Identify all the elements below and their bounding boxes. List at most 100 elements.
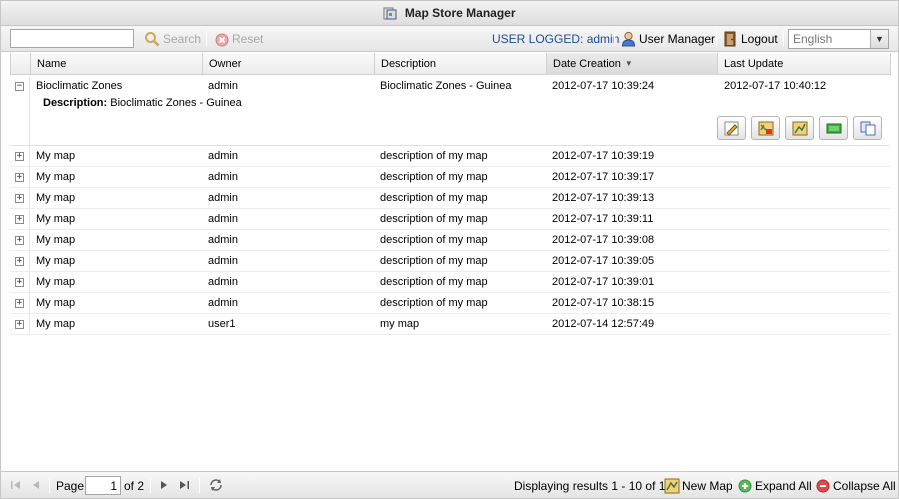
cell-name: Bioclimatic Zones <box>36 80 123 92</box>
toolbar-separator <box>614 31 615 46</box>
detail-value: Bioclimatic Zones - Guinea <box>110 97 242 109</box>
cell-description: description of my map <box>380 297 488 309</box>
language-select[interactable]: English ▼ <box>788 29 889 49</box>
cell-date-creation: 2012-07-17 10:39:19 <box>552 150 655 162</box>
new-map-icon <box>664 478 680 494</box>
expand-icon[interactable]: + <box>15 320 24 329</box>
cell-date-creation: 2012-07-17 10:38:15 <box>552 297 655 309</box>
toolbar-separator <box>716 31 717 46</box>
cell-name: My map <box>36 276 76 288</box>
row-expander[interactable]: + <box>10 230 30 250</box>
map-properties-button[interactable] <box>785 116 814 140</box>
row-expander[interactable]: + <box>10 209 30 229</box>
table-row[interactable]: + My map admin description of my map 201… <box>10 146 890 167</box>
row-expander[interactable]: + <box>10 251 30 271</box>
top-toolbar: Search Reset USER LOGGED: admin User Man… <box>1 26 898 52</box>
row-expander[interactable]: − <box>10 76 30 145</box>
user-manager-button[interactable]: User Manager <box>621 29 715 49</box>
last-page-icon[interactable] <box>177 478 191 492</box>
embed-map-button[interactable] <box>819 116 848 140</box>
collapse-all-button[interactable]: Collapse All <box>816 476 896 496</box>
row-actions <box>712 116 882 142</box>
column-header-name[interactable]: Name <box>31 53 203 75</box>
next-page-icon[interactable] <box>157 478 171 492</box>
column-header-date-creation[interactable]: Date Creation ▼ <box>547 53 718 75</box>
delete-map-button[interactable] <box>751 116 780 140</box>
expand-icon[interactable]: + <box>15 257 24 266</box>
embed-icon <box>826 123 841 134</box>
cell-name: My map <box>36 150 76 162</box>
table-row[interactable]: + My map admin description of my map 201… <box>10 293 890 314</box>
grid-body: − Bioclimatic Zones admin Bioclimatic Zo… <box>10 76 890 335</box>
expand-icon[interactable]: + <box>15 173 24 182</box>
cell-description: description of my map <box>380 234 488 246</box>
user-logged-label: USER LOGGED: admin <box>492 32 620 46</box>
toolbar-separator <box>783 31 784 46</box>
reset-button[interactable]: Reset <box>215 29 263 49</box>
cell-name: My map <box>36 171 76 183</box>
edit-map-button[interactable] <box>717 116 746 140</box>
cell-name: My map <box>36 297 76 309</box>
table-row[interactable]: + My map admin description of my map 201… <box>10 167 890 188</box>
grid-header: Name Owner Description Date Creation ▼ La… <box>10 53 891 75</box>
row-expander[interactable]: + <box>10 293 30 313</box>
first-page-icon[interactable] <box>9 478 23 492</box>
table-row[interactable]: + My map admin description of my map 201… <box>10 272 890 293</box>
cell-name: My map <box>36 255 76 267</box>
table-row[interactable]: + My map admin description of my map 201… <box>10 188 890 209</box>
row-expander[interactable]: + <box>10 314 30 334</box>
cell-description: description of my map <box>380 255 488 267</box>
map-delete-icon <box>758 121 773 136</box>
toolbar-separator <box>150 478 151 493</box>
logout-button[interactable]: Logout <box>724 29 778 49</box>
chevron-down-icon[interactable]: ▼ <box>870 30 888 48</box>
expand-all-label: Expand All <box>755 479 812 493</box>
logout-label: Logout <box>741 32 778 46</box>
row-expander[interactable]: + <box>10 272 30 292</box>
column-header-label: Description <box>381 58 437 70</box>
expand-icon[interactable]: + <box>15 194 24 203</box>
table-row[interactable]: + My map admin description of my map 201… <box>10 209 890 230</box>
page-number-input[interactable] <box>85 476 121 495</box>
user-manager-label: User Manager <box>639 32 716 46</box>
clone-map-button[interactable] <box>853 116 882 140</box>
new-map-button[interactable]: New Map <box>664 476 733 496</box>
expand-icon[interactable]: + <box>15 299 24 308</box>
table-row[interactable]: + My map admin description of my map 201… <box>10 230 890 251</box>
row-expander[interactable]: + <box>10 146 30 166</box>
cell-name: My map <box>36 213 76 225</box>
column-header-label: Last Update <box>724 58 784 70</box>
window-title: Map Store Manager <box>404 6 516 20</box>
row-expander[interactable]: + <box>10 167 30 187</box>
column-header-last-update[interactable]: Last Update <box>718 53 891 75</box>
collapse-all-icon <box>816 479 830 493</box>
collapse-icon[interactable]: − <box>15 82 24 91</box>
cell-owner: admin <box>208 150 238 162</box>
table-row[interactable]: + My map admin description of my map 201… <box>10 251 890 272</box>
refresh-icon[interactable] <box>208 477 224 493</box>
expand-icon[interactable]: + <box>15 215 24 224</box>
expand-icon[interactable]: + <box>15 236 24 245</box>
search-button[interactable]: Search <box>144 29 201 49</box>
search-input[interactable] <box>10 29 134 48</box>
column-header-description[interactable]: Description <box>375 53 547 75</box>
previous-page-icon[interactable] <box>29 478 43 492</box>
expand-all-button[interactable]: Expand All <box>738 476 812 496</box>
cell-owner: user1 <box>208 318 236 330</box>
cell-owner: admin <box>208 192 238 204</box>
column-header-owner[interactable]: Owner <box>203 53 375 75</box>
table-row[interactable]: + My map user1 my map 2012-07-14 12:57:4… <box>10 314 890 335</box>
cell-date-creation: 2012-07-17 10:39:01 <box>552 276 655 288</box>
expand-icon[interactable]: + <box>15 152 24 161</box>
cell-name: My map <box>36 192 76 204</box>
collapse-all-label: Collapse All <box>833 479 896 493</box>
expand-icon[interactable]: + <box>15 278 24 287</box>
cell-description: description of my map <box>380 150 488 162</box>
toolbar-separator <box>199 478 200 493</box>
title-bar: Map Store Manager <box>1 1 898 26</box>
table-row-expanded[interactable]: − Bioclimatic Zones admin Bioclimatic Zo… <box>10 76 890 146</box>
expand-all-icon <box>738 479 752 493</box>
search-icon <box>145 32 160 47</box>
row-expander[interactable]: + <box>10 188 30 208</box>
clone-icon <box>860 121 875 136</box>
